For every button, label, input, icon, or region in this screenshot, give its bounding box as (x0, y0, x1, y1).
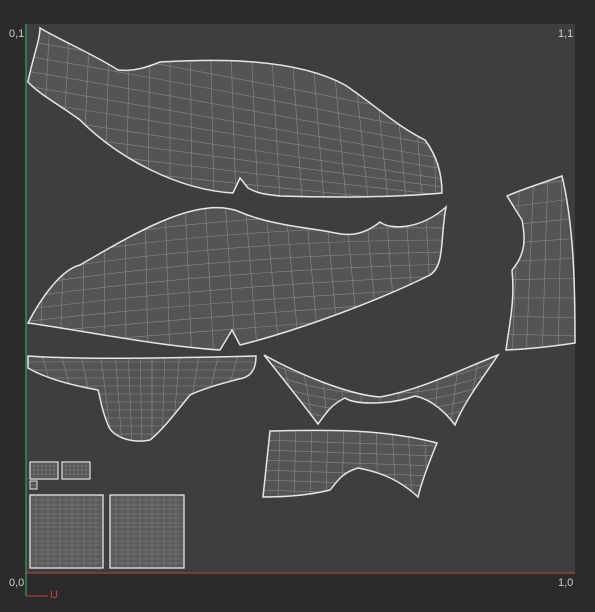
u-axis-label: U (50, 589, 58, 601)
tiny-tile-island[interactable] (29, 480, 38, 490)
corner-label-bottom-left: 0,0 (9, 577, 25, 589)
corner-label-bottom-right: 1,0 (558, 577, 574, 589)
dense-block-a-island[interactable] (29, 494, 104, 569)
dense-block-b-island[interactable] (109, 494, 185, 569)
corner-label-top-right: 1,1 (558, 28, 574, 40)
uv-canvas[interactable] (0, 0, 595, 612)
uv-editor-viewport[interactable]: 0,1 1,1 0,0 1,0 U (0, 0, 595, 612)
small-tile-a-island[interactable] (29, 461, 59, 480)
corner-label-top-left: 0,1 (9, 28, 25, 40)
small-tile-b-island[interactable] (61, 461, 91, 480)
